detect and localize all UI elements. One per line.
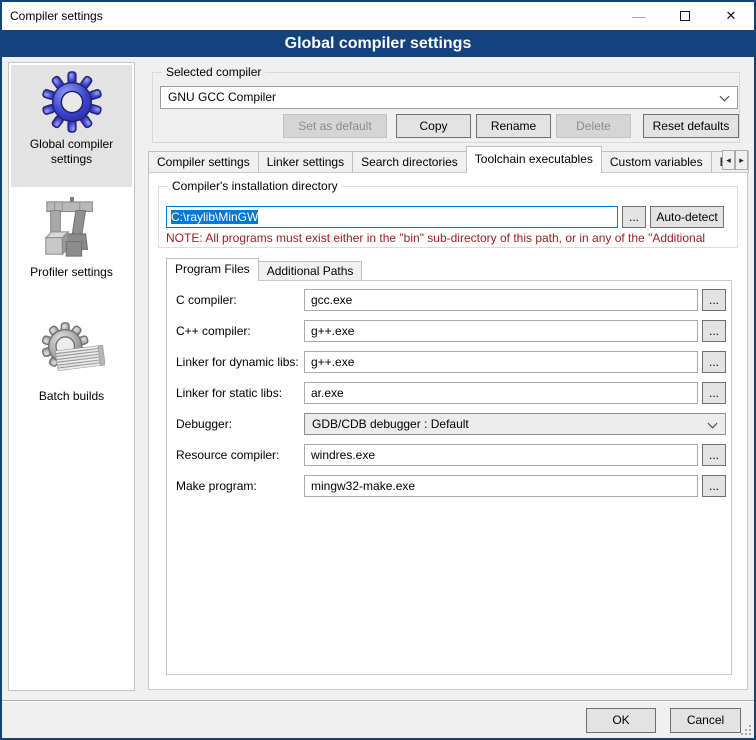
make-program-label: Make program: bbox=[176, 475, 302, 497]
install-dir-legend: Compiler's installation directory bbox=[168, 179, 342, 194]
tab-linker-settings[interactable]: Linker settings bbox=[258, 151, 353, 173]
resource-compiler-input[interactable] bbox=[304, 444, 698, 466]
compiler-tabstrip: Compiler settings Linker settings Search… bbox=[148, 146, 748, 173]
make-program-browse-button[interactable]: ... bbox=[702, 475, 726, 497]
sidebar-item-label: Profiler settings bbox=[11, 263, 132, 286]
c-compiler-label: C compiler: bbox=[176, 289, 302, 311]
bin-subdirectory-note: NOTE: All programs must exist either in … bbox=[166, 231, 736, 247]
debugger-combobox[interactable]: GDB/CDB debugger : Default bbox=[304, 413, 726, 435]
tab-search-directories[interactable]: Search directories bbox=[352, 151, 467, 173]
chevron-down-icon bbox=[708, 419, 718, 429]
cpp-compiler-input[interactable] bbox=[304, 320, 698, 342]
resize-grip[interactable] bbox=[741, 725, 751, 735]
install-dir-browse-button[interactable]: ... bbox=[622, 206, 646, 228]
subtab-additional-paths[interactable]: Additional Paths bbox=[258, 261, 363, 281]
linker-static-browse-button[interactable]: ... bbox=[702, 382, 726, 404]
sidebar-item-label: Batch builds bbox=[11, 387, 132, 410]
debugger-value: GDB/CDB debugger : Default bbox=[312, 414, 469, 434]
selected-compiler-legend: Selected compiler bbox=[162, 65, 265, 80]
page-title: Global compiler settings bbox=[2, 30, 754, 57]
autodetect-button[interactable]: Auto-detect bbox=[650, 206, 724, 228]
caliper-icon bbox=[41, 197, 103, 261]
close-icon: ✕ bbox=[726, 8, 737, 24]
maximize-button[interactable] bbox=[662, 2, 708, 30]
c-compiler-browse-button[interactable]: ... bbox=[702, 289, 726, 311]
tab-compiler-settings[interactable]: Compiler settings bbox=[148, 151, 259, 173]
sidebar-item-batch-builds[interactable]: Batch builds bbox=[11, 315, 132, 423]
tab-toolchain-executables[interactable]: Toolchain executables bbox=[466, 146, 602, 173]
reset-defaults-button[interactable]: Reset defaults bbox=[643, 114, 739, 138]
sidebar-item-global-compiler-settings[interactable]: Global compiler settings bbox=[11, 65, 132, 187]
close-button[interactable]: ✕ bbox=[708, 2, 754, 30]
install-dir-selected-text: C:\raylib\MinGW bbox=[171, 210, 258, 224]
sidebar-item-profiler-settings[interactable]: Profiler settings bbox=[11, 191, 132, 293]
arrow-left-icon: ◂ bbox=[726, 155, 731, 165]
resize-grip-dots bbox=[741, 725, 743, 727]
c-compiler-input[interactable] bbox=[304, 289, 698, 311]
ok-button[interactable]: OK bbox=[586, 708, 656, 733]
linker-dynamic-input[interactable] bbox=[304, 351, 698, 373]
set-as-default-button[interactable]: Set as default bbox=[283, 114, 387, 138]
subtab-program-files[interactable]: Program Files bbox=[166, 258, 259, 281]
window-controls: — ✕ bbox=[616, 2, 754, 30]
cpp-compiler-browse-button[interactable]: ... bbox=[702, 320, 726, 342]
tab-custom-variables[interactable]: Custom variables bbox=[601, 151, 712, 173]
linker-dynamic-browse-button[interactable]: ... bbox=[702, 351, 726, 373]
settings-sidebar: Global compiler settings Profiler settin… bbox=[8, 62, 135, 691]
compiler-settings-dialog: Compiler settings — ✕ Global compiler se… bbox=[0, 0, 756, 740]
minimize-button[interactable]: — bbox=[616, 2, 662, 30]
blue-gear-icon bbox=[41, 71, 103, 133]
linker-static-label: Linker for static libs: bbox=[176, 382, 302, 404]
maximize-icon bbox=[680, 11, 690, 21]
gray-gear-stack-icon bbox=[39, 321, 105, 385]
copy-button[interactable]: Copy bbox=[396, 114, 471, 138]
resource-compiler-label: Resource compiler: bbox=[176, 444, 302, 466]
minimize-icon: — bbox=[633, 9, 646, 24]
chevron-down-icon bbox=[720, 92, 730, 102]
program-files-tabstrip: Program Files Additional Paths bbox=[166, 258, 361, 281]
selected-compiler-combobox[interactable]: GNU GCC Compiler bbox=[160, 86, 738, 109]
title-bar[interactable]: Compiler settings — ✕ bbox=[2, 2, 754, 30]
make-program-input[interactable] bbox=[304, 475, 698, 497]
debugger-label: Debugger: bbox=[176, 413, 302, 435]
linker-static-input[interactable] bbox=[304, 382, 698, 404]
resource-compiler-browse-button[interactable]: ... bbox=[702, 444, 726, 466]
tab-scroll-right-button[interactable]: ▸ bbox=[735, 150, 748, 170]
cpp-compiler-label: C++ compiler: bbox=[176, 320, 302, 342]
arrow-right-icon: ▸ bbox=[739, 155, 744, 165]
cancel-button[interactable]: Cancel bbox=[670, 708, 741, 733]
sidebar-item-label: Global compiler settings bbox=[11, 135, 132, 173]
install-dir-input[interactable]: C:\raylib\MinGW bbox=[166, 206, 618, 228]
delete-button[interactable]: Delete bbox=[556, 114, 631, 138]
dialog-header: Global compiler settings bbox=[2, 30, 754, 57]
selected-compiler-value: GNU GCC Compiler bbox=[168, 87, 276, 108]
footer-divider bbox=[0, 700, 756, 702]
linker-dynamic-label: Linker for dynamic libs: bbox=[176, 351, 302, 373]
tab-scroll-left-button[interactable]: ◂ bbox=[722, 150, 735, 170]
window-title: Compiler settings bbox=[10, 2, 103, 30]
rename-button[interactable]: Rename bbox=[476, 114, 551, 138]
